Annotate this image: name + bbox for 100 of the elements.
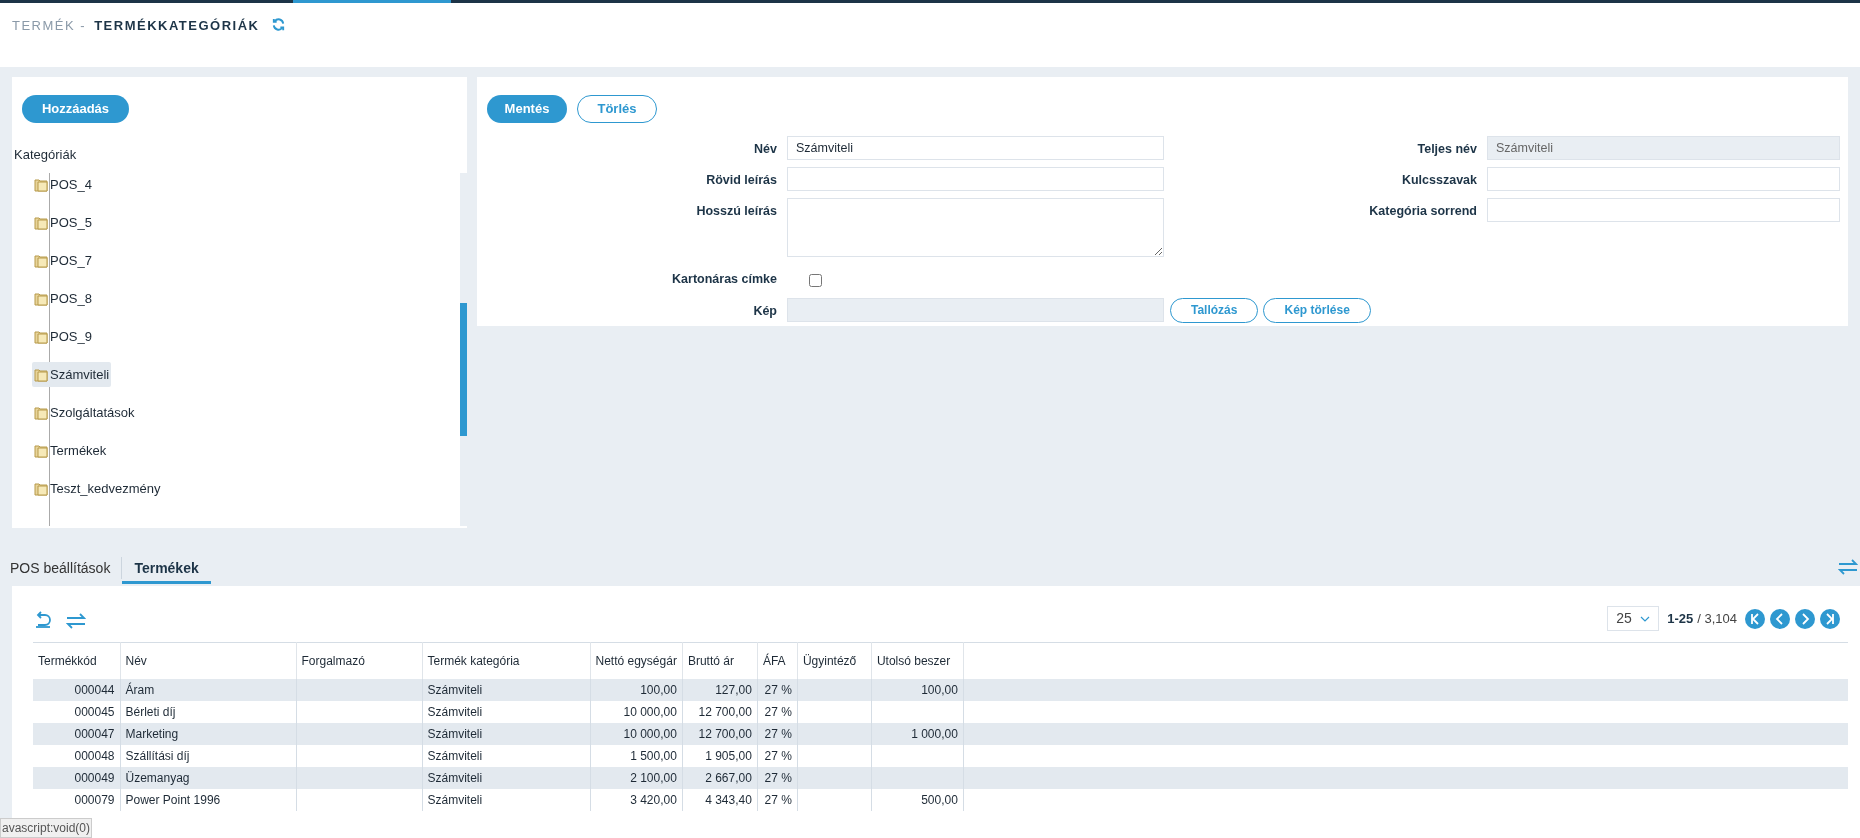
- table-cell: 27 %: [757, 700, 798, 723]
- folder-icon: [34, 215, 49, 230]
- tree-item[interactable]: Számviteli: [32, 362, 112, 387]
- table-cell: 10 000,00: [590, 722, 683, 745]
- table-cell: Üzemanyag: [120, 766, 296, 789]
- table-cell: 1 905,00: [682, 744, 758, 767]
- column-header[interactable]: Termékkód: [33, 642, 120, 679]
- table-cell: 100,00: [590, 678, 683, 701]
- input-field[interactable]: Számviteli: [787, 136, 1164, 160]
- tree-item[interactable]: Teszt_kedvezmény: [32, 476, 163, 501]
- tree-item[interactable]: POS_4: [32, 172, 94, 197]
- last-page-icon[interactable]: [1820, 608, 1840, 629]
- table-cell: 27 %: [757, 678, 798, 701]
- column-header[interactable]: ÁFA: [757, 642, 798, 679]
- swap-icon[interactable]: [66, 613, 86, 629]
- table-cell: Számviteli: [422, 766, 590, 789]
- table-cell: 000044: [33, 678, 120, 701]
- table-cell: 3 420,00: [590, 788, 683, 811]
- field-label: Kép: [752, 302, 777, 320]
- table-cell: 000079: [33, 788, 120, 811]
- tree-item[interactable]: POS_8: [32, 286, 94, 311]
- table-cell: Számviteli: [422, 788, 590, 811]
- table-cell: 27 %: [757, 788, 798, 811]
- table-cell: Szállítási díj: [120, 744, 296, 767]
- table-cell: 100,00: [871, 678, 964, 701]
- page-range: 1-25: [1667, 609, 1694, 628]
- column-header[interactable]: Utolsó beszer: [871, 642, 964, 679]
- table-cell: Számviteli: [422, 700, 590, 723]
- refresh-icon[interactable]: [271, 17, 287, 32]
- tree-item[interactable]: POS_5: [32, 210, 94, 235]
- column-header[interactable]: Forgalmazó: [296, 642, 422, 679]
- table-row[interactable]: 000079 Power Point 1996 Számviteli 3 420,00 4 343,40 27 % 500,00: [33, 788, 1848, 811]
- column-header[interactable]: Nettó egységár: [590, 642, 683, 679]
- table-row[interactable]: 000045 Bérleti díj Számviteli 10 000,00 12 700,00 27 %: [33, 700, 1848, 723]
- table-row[interactable]: 000044 Áram Számviteli 100,00 127,00 27 % 100,00: [33, 678, 1848, 701]
- table-row[interactable]: 000048 Szállítási díj Számviteli 1 500,00 1 905,00 27 %: [33, 744, 1848, 767]
- table-cell: 1 500,00: [590, 744, 683, 767]
- input-field[interactable]: [1487, 198, 1840, 222]
- table-cell: 12 700,00: [682, 722, 758, 745]
- table-cell: Bérleti díj: [120, 700, 296, 723]
- table-cell: Számviteli: [422, 744, 590, 767]
- table-cell: 4 343,40: [682, 788, 758, 811]
- field-label: Kulcsszavak: [1400, 172, 1477, 189]
- page-size-select[interactable]: 25: [1607, 606, 1660, 631]
- table-cell: 127,00: [682, 678, 758, 701]
- table-cell: Számviteli: [422, 722, 590, 745]
- table-cell: 10 000,00: [590, 700, 683, 723]
- field-label: Név: [753, 141, 777, 158]
- page-title: TERMÉKKATEGÓRIÁK: [94, 17, 260, 35]
- table-cell: 1 000,00: [871, 722, 964, 745]
- tree-item[interactable]: POS_7: [32, 248, 94, 273]
- status-url: avascript:void(0): [0, 818, 93, 838]
- next-page-icon[interactable]: [1795, 608, 1815, 629]
- tree-root: Kategóriák: [14, 146, 77, 164]
- swap-icon[interactable]: [1838, 559, 1858, 575]
- column-header[interactable]: Termék kategória: [422, 642, 590, 679]
- page-total: / 3,104: [1697, 609, 1737, 628]
- field-label: Kartonáras címke: [671, 271, 777, 288]
- field-label: Kategória sorrend: [1368, 203, 1477, 220]
- undo-icon[interactable]: [34, 611, 52, 629]
- input-field[interactable]: [1487, 167, 1840, 191]
- input-field[interactable]: [787, 167, 1164, 191]
- table-cell: 27 %: [757, 744, 798, 767]
- table-cell: 27 %: [757, 766, 798, 789]
- tab[interactable]: POS beállítások: [10, 555, 122, 584]
- folder-icon: [34, 443, 49, 458]
- table-cell: Marketing: [120, 722, 296, 745]
- table-cell: 500,00: [871, 788, 964, 811]
- table-cell: 2 667,00: [682, 766, 758, 789]
- field-label: Hosszú leírás: [695, 203, 777, 220]
- table-cell: 12 700,00: [682, 700, 758, 723]
- table-row[interactable]: 000047 Marketing Számviteli 10 000,00 12 700,00 27 % 1 000,00: [33, 722, 1848, 745]
- previous-page-icon[interactable]: [1770, 608, 1790, 629]
- folder-icon: [34, 177, 49, 192]
- table-cell: Számviteli: [422, 678, 590, 701]
- table-cell: Áram: [120, 678, 296, 701]
- checkbox[interactable]: [809, 274, 822, 287]
- folder-icon: [34, 481, 49, 496]
- table-cell: 000049: [33, 766, 120, 789]
- table-cell: Power Point 1996: [120, 788, 296, 811]
- table-cell: 000048: [33, 744, 120, 767]
- column-header[interactable]: Ügyintéző: [797, 642, 872, 679]
- table-cell: 000045: [33, 700, 120, 723]
- field-label: Rövid leírás: [705, 172, 777, 189]
- tree-item[interactable]: POS_9: [32, 324, 94, 349]
- table-cell: 000047: [33, 722, 120, 745]
- first-page-icon[interactable]: [1745, 608, 1765, 629]
- folder-icon: [34, 291, 49, 306]
- table-cell: 27 %: [757, 722, 798, 745]
- field-label: Teljes név: [1416, 141, 1477, 158]
- column-header[interactable]: Bruttó ár: [682, 642, 758, 679]
- folder-icon: [34, 367, 49, 382]
- folder-icon: [34, 329, 49, 344]
- folder-icon: [34, 253, 49, 268]
- tree-item[interactable]: Szolgáltatások: [32, 400, 137, 425]
- table-row[interactable]: 000049 Üzemanyag Számviteli 2 100,00 2 667,00 27 %: [33, 766, 1848, 789]
- folder-icon: [34, 405, 49, 420]
- column-header[interactable]: Név: [120, 642, 296, 679]
- tree-item[interactable]: Termékek: [32, 438, 109, 463]
- scrollbar[interactable]: [460, 173, 467, 526]
